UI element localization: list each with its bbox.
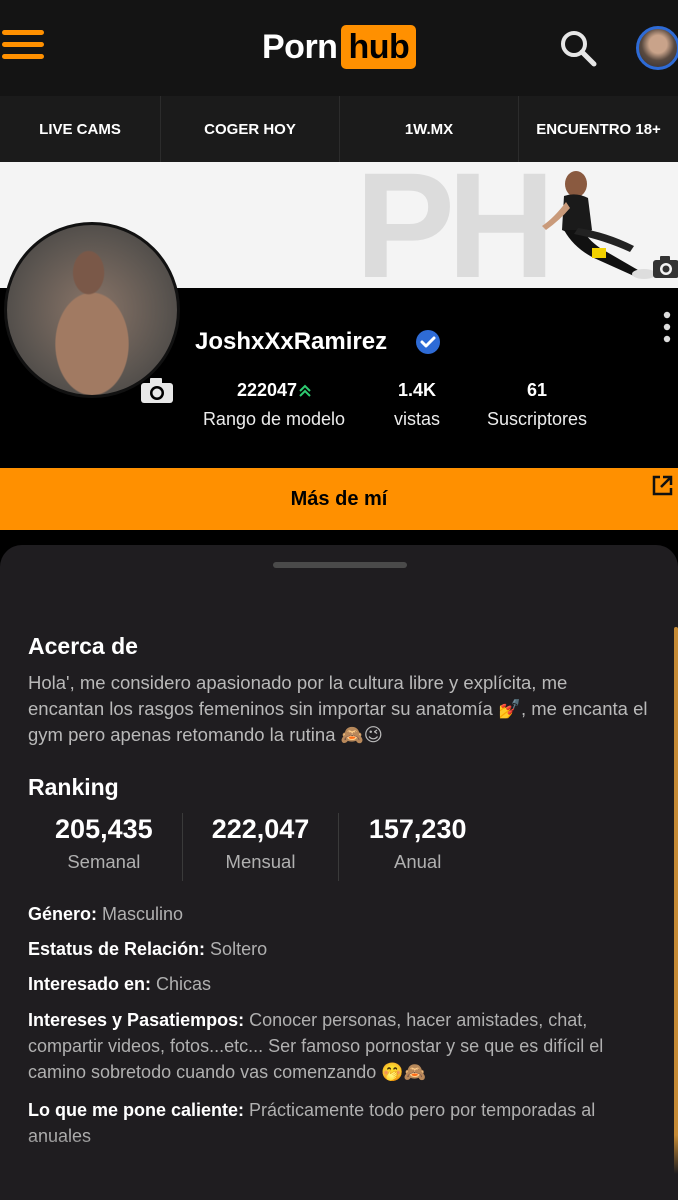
stat-subscribers: 61 Suscriptores bbox=[478, 380, 596, 430]
search-icon[interactable] bbox=[558, 28, 598, 68]
user-avatar[interactable] bbox=[636, 26, 678, 70]
info-interested-in-label: Interesado en: bbox=[28, 974, 152, 994]
info-relationship-value: Soltero bbox=[205, 939, 268, 959]
nav-item-coger-hoy[interactable]: COGER HOY bbox=[161, 96, 340, 162]
stat-subscribers-label: Suscriptores bbox=[486, 409, 588, 429]
info-gender-value: Masculino bbox=[97, 904, 184, 924]
info-relationship: Estatus de Relación: Soltero bbox=[28, 936, 648, 962]
nav-item-1w-mx[interactable]: 1W.MX bbox=[340, 96, 519, 162]
ranking-weekly-value: 205,435 bbox=[55, 814, 153, 844]
info-hobbies-label: Intereses y Pasatiempos: bbox=[28, 1010, 245, 1030]
ranking-weekly: 205,435 Semanal bbox=[26, 813, 183, 881]
about-bottom-sheet: Acerca de Hola', me considero apasionado… bbox=[0, 545, 678, 1200]
ranking-yearly-label: Anual bbox=[394, 851, 442, 872]
info-turn-ons-label: Lo que me pone caliente: bbox=[28, 1100, 245, 1120]
ranking-yearly: 157,230 Anual bbox=[339, 813, 496, 881]
banner-model-image bbox=[542, 171, 656, 279]
info-gender: Género: Masculino bbox=[28, 901, 648, 927]
ranking-monthly-label: Mensual bbox=[225, 851, 296, 872]
ranking-weekly-label: Semanal bbox=[67, 851, 141, 872]
about-title: Acerca de bbox=[28, 633, 138, 659]
logo-text-right: hub bbox=[341, 25, 417, 69]
profile-username: JoshxXxRamirez bbox=[195, 328, 388, 355]
stat-views-label: vistas bbox=[393, 409, 440, 429]
hamburger-menu-icon[interactable] bbox=[2, 30, 44, 62]
banner-camera-icon[interactable] bbox=[652, 254, 678, 280]
site-logo[interactable]: Porn hub bbox=[262, 25, 417, 69]
more-about-me-button[interactable]: Más de mí bbox=[0, 468, 678, 530]
stat-subscribers-value: 61 bbox=[526, 380, 548, 400]
stat-views-value: 1.4K bbox=[397, 380, 437, 400]
camera-icon[interactable] bbox=[140, 376, 174, 404]
nav-item-encuentro[interactable]: ENCUENTRO 18+ bbox=[519, 96, 678, 162]
verified-badge-icon bbox=[416, 330, 440, 354]
info-relationship-label: Estatus de Relación: bbox=[28, 939, 206, 959]
logo-text-left: Porn bbox=[262, 27, 338, 66]
sheet-drag-handle[interactable] bbox=[273, 562, 407, 568]
stat-views: 1.4K vistas bbox=[382, 380, 452, 430]
external-link-icon[interactable] bbox=[650, 474, 674, 498]
ranking-yearly-value: 157,230 bbox=[368, 814, 467, 844]
info-interested-in: Interesado en: Chicas bbox=[28, 971, 648, 997]
ranking-monthly-value: 222,047 bbox=[211, 814, 310, 844]
info-interested-in-value: Chicas bbox=[151, 974, 212, 994]
profile-section: JoshxXxRamirez 222047 Rango de modelo 1.… bbox=[0, 222, 678, 468]
banner-watermark: PH bbox=[355, 162, 555, 288]
stat-rank-value: 222047 bbox=[236, 380, 298, 400]
stat-model-rank: 222047 Rango de modelo bbox=[194, 380, 354, 430]
nav-item-live-cams[interactable]: LIVE CAMS bbox=[0, 96, 161, 162]
stat-rank-label: Rango de modelo bbox=[202, 409, 346, 429]
more-options-icon[interactable] bbox=[662, 310, 672, 344]
info-gender-label: Género: bbox=[28, 904, 98, 924]
sheet-scrollbar[interactable] bbox=[674, 627, 678, 1187]
ranking-monthly: 222,047 Mensual bbox=[183, 813, 340, 881]
ranking-title: Ranking bbox=[28, 774, 119, 800]
top-header: Porn hub bbox=[0, 0, 678, 96]
profile-avatar[interactable] bbox=[4, 222, 180, 398]
info-hobbies: Intereses y Pasatiempos: Conocer persona… bbox=[28, 1007, 648, 1085]
about-text: Hola', me considero apasionado por la cu… bbox=[28, 672, 648, 745]
top-nav: LIVE CAMS COGER HOY 1W.MX ENCUENTRO 18+ bbox=[0, 96, 678, 162]
sheet-fade-overlay bbox=[0, 1135, 678, 1200]
ranking-stats: 205,435 Semanal 222,047 Mensual 157,230 … bbox=[26, 813, 496, 881]
rank-up-icon bbox=[299, 384, 311, 397]
